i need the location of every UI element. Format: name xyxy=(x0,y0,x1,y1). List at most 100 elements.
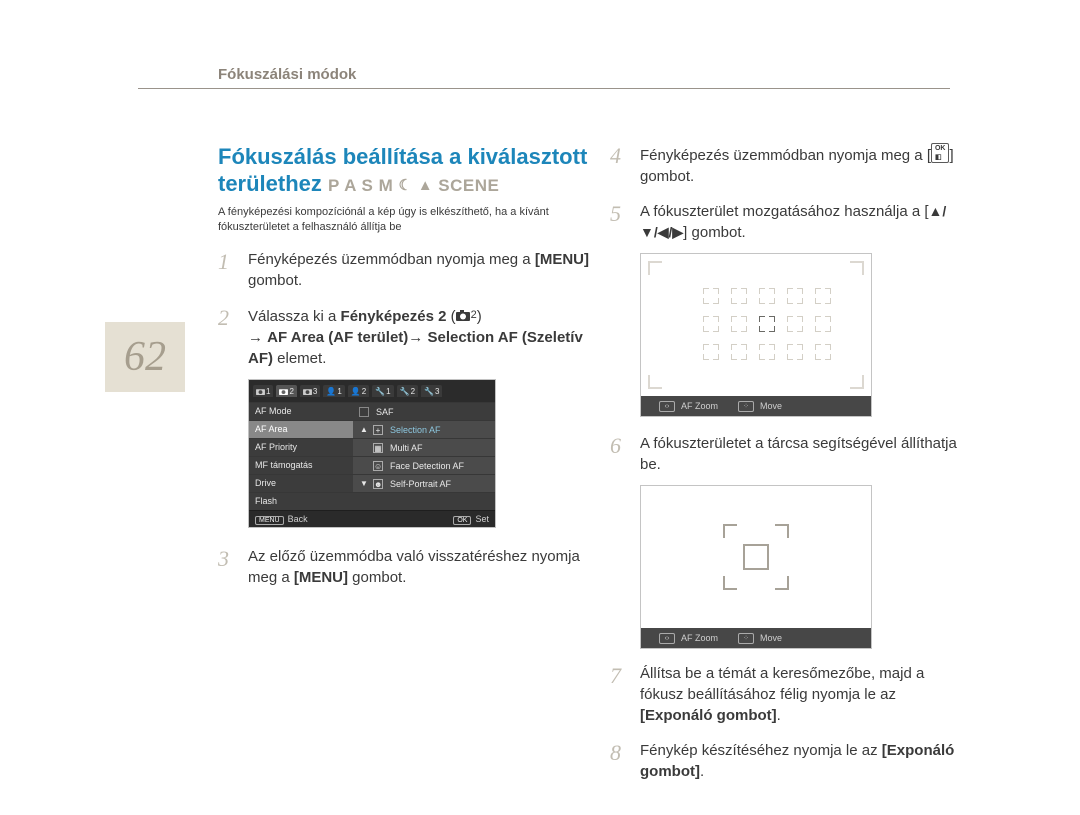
step-5: 5 A fókuszterület mozgatásához használja… xyxy=(610,201,960,243)
step-number: 4 xyxy=(610,143,628,187)
multi-af-icon: ▦ xyxy=(373,443,383,453)
wrench-icon: 🔧 xyxy=(424,387,434,396)
menu-button-chip: MENU xyxy=(255,516,284,525)
right-column: 4 Fényképezés üzemmódban nyomja meg a [O… xyxy=(610,143,960,782)
af-zoom-hint: AF Zoom xyxy=(659,401,718,412)
tab-label: 2 xyxy=(411,387,415,396)
step-number: 8 xyxy=(610,740,628,782)
user-icon: 👤 xyxy=(351,387,361,396)
menu-rows: AF Mode SAF AF Area ▲+Selection AF AF Pr… xyxy=(249,402,495,510)
tab-label: 1 xyxy=(337,387,341,396)
af-mode-icon xyxy=(359,407,369,417)
shutter-button-label: [Exponáló gombot] xyxy=(640,707,777,724)
text: A fókuszterület mozgatásához használja a… xyxy=(640,203,929,220)
ok-button-chip: OK xyxy=(453,516,471,525)
title-line2: területhez xyxy=(218,171,322,196)
text: . xyxy=(777,707,781,724)
label: Move xyxy=(760,633,782,643)
dpad-icon xyxy=(738,633,754,644)
label: AF Zoom xyxy=(681,633,718,643)
row-label: AF Mode xyxy=(249,403,353,420)
step-number: 6 xyxy=(610,433,628,475)
text: gombot. xyxy=(248,272,302,289)
self-portrait-icon: ☻ xyxy=(373,479,383,489)
value-text: Multi AF xyxy=(390,443,489,453)
tab-label: 3 xyxy=(435,387,439,396)
menu-button-label: [MENU] xyxy=(535,251,589,268)
value-text: Selection AF xyxy=(390,425,489,435)
af-point xyxy=(787,344,803,360)
camera-menu-screenshot: 1 2 3 👤1 👤2 🔧1 🔧2 🔧3 AF Mode SAF AF Area… xyxy=(248,379,496,528)
face-detection-icon: ☺ xyxy=(373,461,383,471)
af-point xyxy=(787,316,803,332)
step-6: 6 A fókuszterületet a tárcsa segítségéve… xyxy=(610,433,960,475)
dpad-icon xyxy=(738,401,754,412)
step-number: 3 xyxy=(218,546,236,588)
frame-corner-icon xyxy=(850,375,864,389)
row-value xyxy=(353,493,495,510)
row-label: MF támogatás xyxy=(249,457,353,474)
row-label: Drive xyxy=(249,475,353,492)
af-point xyxy=(815,344,831,360)
mode-badges: P A S M ☾ ▲ SCENE xyxy=(328,176,499,195)
menu-row-af-area: AF Area ▲+Selection AF xyxy=(249,420,495,438)
af-zoom-hint: AF Zoom xyxy=(659,633,718,644)
left-column: Fókuszálás beállítása a kiválasztott ter… xyxy=(218,143,593,588)
step-body: Az előző üzemmódba való visszatéréshez n… xyxy=(248,546,593,588)
preview-footer: AF Zoom Move xyxy=(641,628,871,648)
target-corner-icon xyxy=(723,524,737,538)
row-label: AF Priority xyxy=(249,439,353,456)
text: Fényképezés üzemmódban nyomja meg a xyxy=(248,251,535,268)
menu-row-mf: MF támogatás ☺Face Detection AF xyxy=(249,456,495,474)
row-value: ☺Face Detection AF xyxy=(353,457,495,474)
menu-back: MENUBack xyxy=(255,514,308,524)
bold: Fényképezés 2 xyxy=(341,308,447,325)
label: Move xyxy=(760,401,782,411)
move-hint: Move xyxy=(738,401,782,412)
mode-scene-word: SCENE xyxy=(438,176,499,195)
value-text: SAF xyxy=(376,407,489,417)
text: Válassza ki a xyxy=(248,308,341,325)
af-point xyxy=(759,288,775,304)
selection-af-icon: + xyxy=(373,425,383,435)
step-body: Válassza ki a Fényképezés 2 ( 2) → AF Ar… xyxy=(248,305,593,369)
frame-corner-icon xyxy=(648,375,662,389)
set-label: Set xyxy=(475,514,489,524)
af-point xyxy=(787,288,803,304)
step-3: 3 Az előző üzemmódba való visszatéréshez… xyxy=(218,546,593,588)
target-corner-icon xyxy=(775,524,789,538)
text: . xyxy=(700,763,704,780)
wrench-icon: 🔧 xyxy=(375,387,385,396)
tab-label: 1 xyxy=(266,387,270,396)
label: AF Zoom xyxy=(681,401,718,411)
step-7: 7 Állítsa be a témát a keresőmezőbe, maj… xyxy=(610,663,960,726)
tab-label: 1 xyxy=(386,387,390,396)
af-point xyxy=(731,288,747,304)
night-icon: ☾ xyxy=(399,177,413,194)
text: Állítsa be a témát a keresőmezőbe, majd … xyxy=(640,665,924,703)
page-title: Fókuszálás beállítása a kiválasztott ter… xyxy=(218,143,593,199)
row-value: SAF xyxy=(353,403,495,420)
section-header: Fókuszálási módok xyxy=(218,66,356,83)
text: → xyxy=(248,329,267,346)
menu-row-flash: Flash xyxy=(249,492,495,510)
menu-row-af-priority: AF Priority ▦ Multi AF xyxy=(249,438,495,456)
menu-tab-gear2: 🔧2 xyxy=(397,385,418,397)
step-number: 5 xyxy=(610,201,628,243)
header-rule xyxy=(138,88,950,89)
step-body: Fényképezés üzemmódban nyomja meg a [OK◧… xyxy=(640,143,960,187)
step-number: 1 xyxy=(218,249,236,291)
row-label: AF Area xyxy=(249,421,353,438)
af-point xyxy=(815,288,831,304)
menu-tab-user2: 👤2 xyxy=(348,385,369,397)
af-point xyxy=(703,288,719,304)
step-2: 2 Válassza ki a Fényképezés 2 ( 2) → AF … xyxy=(218,305,593,369)
af-point xyxy=(759,344,775,360)
menu-tab-gear1: 🔧1 xyxy=(372,385,393,397)
bold: AF Area (AF terület) xyxy=(267,329,408,346)
down-arrow-icon: ▼ xyxy=(359,479,369,488)
preview-area xyxy=(641,254,871,396)
title-line1: Fókuszálás beállítása a kiválasztott xyxy=(218,144,587,169)
text: ] gombot. xyxy=(683,224,746,241)
page-number: 62 xyxy=(105,322,185,392)
